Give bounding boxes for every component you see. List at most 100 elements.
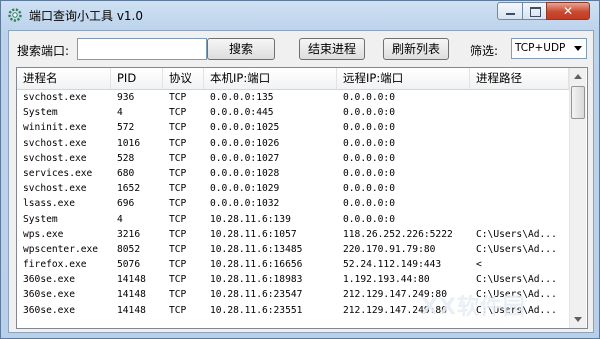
cell-process-name: wps.exe [23,228,64,240]
cell-process-name: System [23,107,58,119]
cell-process-name: svchost.exe [23,92,87,103]
cell-pid: 14148 [117,274,146,286]
cell-protocol: TCP [169,304,187,316]
end-process-button[interactable]: 结束进程 [299,38,365,60]
cell-protocol: TCP [169,122,187,134]
filter-select[interactable]: TCP+UDP [511,38,587,59]
vertical-scrollbar[interactable] [569,68,586,328]
cell-process-name: svchost.exe [23,137,87,149]
cell-pid: 14148 [117,304,146,316]
cell-remote-address: 0.0.0.0:0 [343,167,395,179]
column-header-remote-address[interactable]: 远程IP:端口 [337,68,470,89]
cell-process-path: C:\Users\Ad... [476,228,557,240]
cell-local-address: 10.28.11.6:139 [210,213,291,225]
cell-remote-address: 0.0.0.0:0 [343,152,395,164]
title-bar[interactable]: 端口查询小工具 v1.0 ✕ [1,1,599,29]
close-button[interactable]: ✕ [546,2,590,20]
cell-remote-address: 52.24.112.149:443 [343,259,442,271]
scroll-down-button[interactable] [570,311,586,328]
table-row[interactable]: firefox.exe 5076 TCP 10.28.11.6:16656 52.24.… [17,257,569,272]
search-button[interactable]: 搜索 [207,38,275,60]
cell-remote-address: 1.192.193.44:80 [343,274,430,286]
cell-pid: 680 [117,167,135,179]
table-row[interactable]: 360se.exe 14148 TCP 10.28.11.6:18983 1.192.1… [17,272,569,287]
cell-local-address: 0.0.0.0:445 [210,107,274,119]
table-row[interactable]: wps.exe 3216 TCP 10.28.11.6:1057 118.26.252.… [17,227,569,242]
cell-local-address: 10.28.11.6:13485 [210,243,303,255]
cell-process-path [470,151,569,166]
filter-label: 筛选: [470,44,499,58]
table-row[interactable]: svchost.exe 1652 TCP 0.0.0.0:1029 0.0.0.0:0 [17,181,569,196]
table-row[interactable]: wpscenter.exe 8052 TCP 10.28.11.6:13485 220.… [17,242,569,257]
close-icon: ✕ [562,4,574,18]
table-row[interactable]: lsass.exe 696 TCP 0.0.0.0:1032 0.0.0.0:0 [17,196,569,211]
maximize-button[interactable] [522,2,547,20]
table-row[interactable]: System 4 TCP 10.28.11.6:139 0.0.0.0:0 [17,212,569,227]
cell-protocol: TCP [169,107,187,119]
cell-local-address: 10.28.11.6:23547 [210,289,303,301]
minimize-button[interactable] [497,2,523,20]
search-port-input[interactable] [77,38,207,60]
cell-process-path [470,120,569,135]
refresh-list-button[interactable]: 刷新列表 [383,38,449,60]
cell-pid: 572 [117,122,135,134]
cell-process-path: C:\Users\Ad... [476,274,557,286]
cell-protocol: TCP [169,92,187,103]
scroll-up-icon [574,74,582,79]
cell-process-name: wpscenter.exe [23,243,99,255]
search-port-label: 搜索端口: [17,44,70,58]
table-row[interactable]: svchost.exe 528 TCP 0.0.0.0:1027 0.0.0.0:0 [17,151,569,166]
cell-local-address: 0.0.0.0:135 [210,92,274,103]
cell-process-name: 360se.exe [23,289,75,301]
cell-process-path: C:\Users\Ad... [476,243,557,255]
column-header-pid[interactable]: PID [111,68,163,89]
cell-process-path [470,90,569,105]
cell-protocol: TCP [169,137,187,149]
cell-local-address: 0.0.0.0:1025 [210,122,280,134]
cell-remote-address: 0.0.0.0:0 [343,122,395,134]
cell-pid: 1016 [117,137,141,149]
cell-protocol: TCP [169,167,187,179]
app-window: 端口查询小工具 v1.0 ✕ 搜索端口: 搜索 结束进程 刷新列表 筛选: TC… [0,0,600,339]
column-header-local-address[interactable]: 本机IP:端口 [204,68,337,89]
table-row[interactable]: wininit.exe 572 TCP 0.0.0.0:1025 0.0.0.0:0 [17,120,569,135]
cell-process-path [470,105,569,120]
scroll-up-button[interactable] [570,68,586,85]
chevron-down-icon [574,46,582,51]
cell-local-address: 0.0.0.0:1032 [210,198,280,210]
cell-protocol: TCP [169,243,187,255]
cell-process-name: wininit.exe [23,122,87,134]
cell-process-path: < [476,259,482,271]
table-row[interactable]: svchost.exe 1016 TCP 0.0.0.0:1026 0.0.0.0:0 [17,136,569,151]
cell-local-address: 0.0.0.0:1026 [210,137,280,149]
cell-protocol: TCP [169,289,187,301]
cell-remote-address: 118.26.252.226:5222 [343,228,453,240]
cell-remote-address: 0.0.0.0:0 [343,198,395,210]
cell-remote-address: 0.0.0.0:0 [343,92,395,103]
cell-local-address: 10.28.11.6:23551 [210,304,303,316]
scroll-down-icon [574,317,582,322]
scrollbar-thumb[interactable] [571,86,585,119]
table-row[interactable]: services.exe 680 TCP 0.0.0.0:1028 0.0.0.0:0 [17,166,569,181]
list-header: 进程名 PID 协议 本机IP:端口 远程IP:端口 进程路径 [17,68,569,90]
cell-remote-address: 0.0.0.0:0 [343,137,395,149]
column-header-process-name[interactable]: 进程名 [17,68,111,89]
cell-process-name: svchost.exe [23,183,87,195]
cell-protocol: TCP [169,183,187,195]
cell-pid: 936 [117,92,135,103]
table-row[interactable]: svchost.exe 936 TCP 0.0.0.0:135 0.0.0.0:0 [17,90,569,105]
cell-pid: 528 [117,152,135,164]
table-row[interactable]: System 4 TCP 0.0.0.0:445 0.0.0.0:0 [17,105,569,120]
cell-process-name: svchost.exe [23,152,87,164]
cell-pid: 8052 [117,243,141,255]
column-header-protocol[interactable]: 协议 [163,68,204,89]
column-header-process-path[interactable]: 进程路径 [470,68,569,89]
cell-process-path [470,212,569,227]
minimize-icon [506,13,515,15]
cell-pid: 14148 [117,289,146,301]
cell-local-address: 10.28.11.6:1057 [210,228,297,240]
cell-process-name: services.exe [23,167,93,179]
app-gear-icon [8,8,22,22]
cell-protocol: TCP [169,213,187,225]
cell-remote-address: 220.170.91.79:80 [343,243,436,255]
